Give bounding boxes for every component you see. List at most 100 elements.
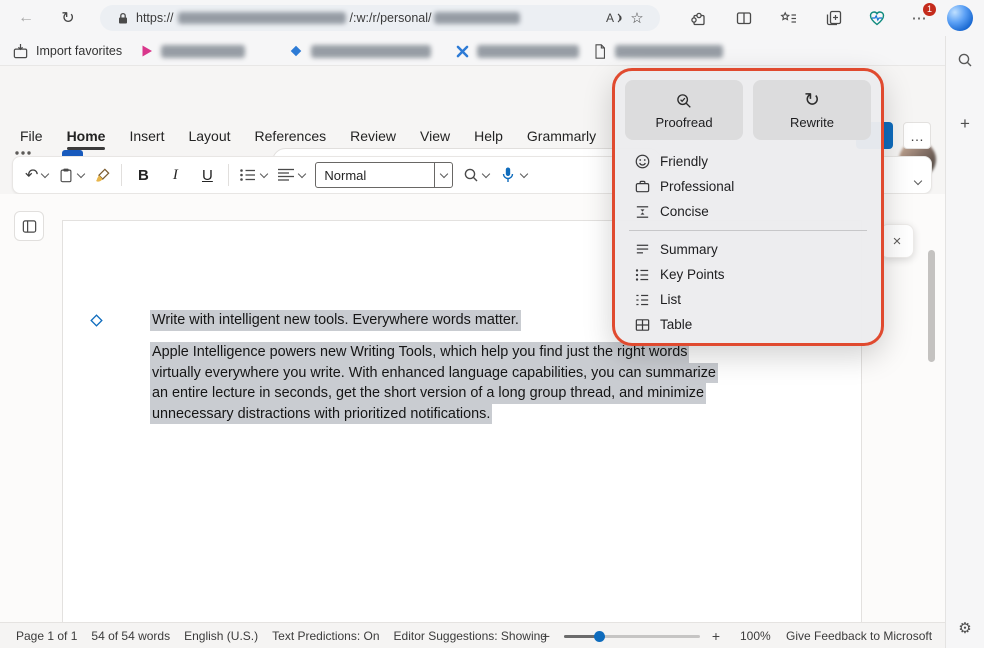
status-text-predictions[interactable]: Text Predictions: On xyxy=(272,629,379,643)
favorite-item[interactable] xyxy=(455,36,579,66)
status-word-count[interactable]: 54 of 54 words xyxy=(91,629,170,643)
table-grid-icon xyxy=(633,317,651,333)
ribbon-overflow-button[interactable] xyxy=(915,171,921,189)
find-split-button[interactable] xyxy=(463,167,489,183)
paste-split-button[interactable] xyxy=(58,166,84,184)
underline-button[interactable]: U xyxy=(196,167,218,184)
redacted-favorite-title xyxy=(615,45,723,58)
favorite-item[interactable] xyxy=(288,36,431,66)
align-split-button[interactable] xyxy=(277,168,305,182)
menu-item-key-points[interactable]: Key Points xyxy=(625,262,871,287)
menu-item-table[interactable]: Table xyxy=(625,312,871,337)
sidebar-search-button[interactable] xyxy=(955,50,975,70)
status-editor-suggestions[interactable]: Editor Suggestions: Showing xyxy=(394,629,547,643)
menu-tab-view[interactable]: View xyxy=(408,118,462,154)
feedback-link[interactable]: Give Feedback to Microsoft xyxy=(786,629,932,643)
status-page-count[interactable]: Page 1 of 1 xyxy=(16,629,77,643)
menu-item-summary[interactable]: Summary xyxy=(625,237,871,262)
rewrite-label: Rewrite xyxy=(790,115,834,130)
browser-essentials-button[interactable] xyxy=(866,7,888,29)
browser-toolbar: ← ↻ https:// /:w:/r/personal/ A ☆ xyxy=(0,0,984,36)
search-icon xyxy=(463,167,479,183)
chevron-down-icon xyxy=(914,177,922,185)
ellipsis-icon: … xyxy=(910,128,924,144)
redacted-favorite-title xyxy=(311,45,431,58)
gear-icon: ⚙ xyxy=(958,619,971,637)
proofread-label: Proofread xyxy=(655,115,712,130)
proofread-icon xyxy=(675,91,693,111)
italic-button[interactable]: I xyxy=(164,167,186,184)
back-icon: ← xyxy=(18,9,34,27)
zoom-in-button[interactable]: + xyxy=(706,623,726,648)
status-language[interactable]: English (U.S.) xyxy=(184,629,258,643)
selected-text-line[interactable]: Write with intelligent new tools. Everyw… xyxy=(150,310,521,331)
menu-item-friendly[interactable]: Friendly xyxy=(625,149,871,174)
undo-split-button[interactable]: ↶ xyxy=(25,165,48,185)
navigation-pane-toggle-button[interactable] xyxy=(14,211,44,241)
menu-tab-references[interactable]: References xyxy=(243,118,339,154)
smiley-icon xyxy=(633,153,651,170)
menu-tab-layout[interactable]: Layout xyxy=(176,118,242,154)
proofread-button[interactable]: Proofread xyxy=(625,80,743,140)
favorites-star-list-icon xyxy=(780,11,798,25)
address-bar[interactable]: https:// /:w:/r/personal/ A ☆ xyxy=(100,5,660,31)
bullets-split-button[interactable] xyxy=(239,168,267,182)
favorite-star-button[interactable]: ☆ xyxy=(624,9,650,27)
selected-text-line[interactable]: virtually everywhere you write. With enh… xyxy=(150,363,718,384)
copilot-margin-icon[interactable] xyxy=(89,313,104,328)
zoom-slider-thumb[interactable] xyxy=(594,631,605,642)
redacted-url-segment xyxy=(178,12,346,24)
vertical-scrollbar-thumb[interactable] xyxy=(928,250,935,362)
rewrite-button[interactable]: ↻ Rewrite xyxy=(753,80,871,140)
read-aloud-icon: A xyxy=(606,11,614,25)
menu-item-concise[interactable]: Concise xyxy=(625,199,871,224)
split-screen-button[interactable] xyxy=(733,7,755,29)
favorite-item[interactable] xyxy=(592,36,723,66)
zoom-slider-fill xyxy=(564,635,598,638)
menu-tab-review[interactable]: Review xyxy=(338,118,408,154)
collections-button[interactable] xyxy=(823,7,845,29)
back-button[interactable]: ← xyxy=(14,6,38,30)
document-paragraph: Apple Intelligence powers new Writing To… xyxy=(150,342,718,424)
read-aloud-button[interactable]: A xyxy=(606,11,624,25)
sidebar-add-button[interactable]: + xyxy=(955,114,975,134)
format-painter-button[interactable] xyxy=(94,167,111,184)
dictate-split-button[interactable] xyxy=(499,166,527,184)
menu-item-list[interactable]: List xyxy=(625,287,871,312)
chevron-down-icon xyxy=(260,169,268,177)
search-icon xyxy=(957,52,973,68)
redacted-favorite-title xyxy=(161,45,245,58)
selected-text-line[interactable]: unnecessary distractions with prioritize… xyxy=(150,404,492,425)
close-button[interactable]: × xyxy=(880,224,914,258)
menu-tab-file[interactable]: File xyxy=(8,118,55,154)
style-dropdown[interactable]: Normal xyxy=(315,162,453,188)
sidebar-settings-button[interactable]: ⚙ xyxy=(955,618,975,638)
refresh-button[interactable]: ↻ xyxy=(56,6,80,30)
menu-tab-insert[interactable]: Insert xyxy=(117,118,176,154)
zoom-out-button[interactable]: − xyxy=(536,623,556,648)
bold-button[interactable]: B xyxy=(132,167,154,184)
briefcase-icon xyxy=(633,178,651,195)
refresh-icon: ↻ xyxy=(61,8,74,28)
menu-tab-home[interactable]: Home xyxy=(55,118,118,154)
menu-tab-help[interactable]: Help xyxy=(462,118,515,154)
extensions-button[interactable] xyxy=(688,7,710,29)
chevron-down-icon xyxy=(440,169,448,177)
import-favorites-button[interactable]: Import favorites xyxy=(12,36,122,66)
zoom-level[interactable]: 100% xyxy=(740,629,771,643)
favorite-item[interactable] xyxy=(140,36,245,66)
style-dropdown-arrow[interactable] xyxy=(434,163,452,187)
selected-text-line[interactable]: an entire lecture in seconds, get the sh… xyxy=(150,383,706,404)
selected-text-line[interactable]: Apple Intelligence powers new Writing To… xyxy=(150,342,689,363)
copilot-button[interactable] xyxy=(947,5,973,31)
ribbon-more-button[interactable]: … xyxy=(903,122,931,149)
menu-tab-grammarly[interactable]: Grammarly xyxy=(515,118,608,154)
notification-badge: 1 xyxy=(923,3,936,16)
menu-item-label: Friendly xyxy=(660,154,708,169)
clipboard-icon xyxy=(58,166,74,184)
heart-pulse-icon xyxy=(868,9,886,27)
favorites-button[interactable] xyxy=(778,7,800,29)
menu-item-professional[interactable]: Professional xyxy=(625,174,871,199)
chevron-down-icon xyxy=(77,169,85,177)
favorites-bar: Import favorites xyxy=(0,36,945,66)
